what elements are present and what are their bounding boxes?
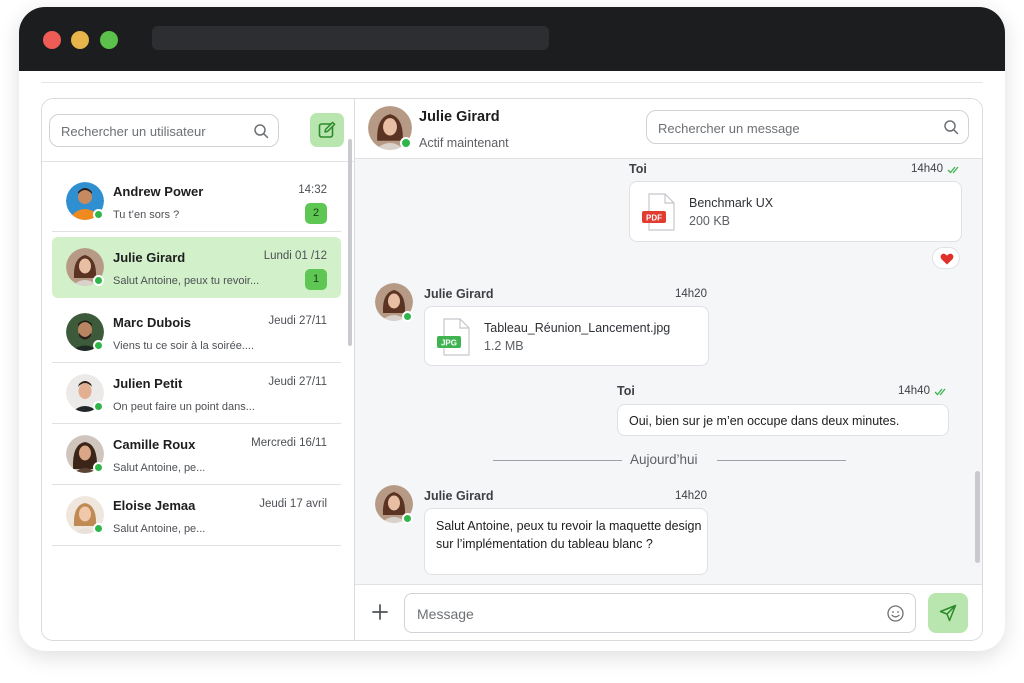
message-search-placeholder: Rechercher un message	[658, 121, 800, 136]
conversation-time: Lundi 01 /12	[263, 250, 327, 262]
conversation-name: Eloise Jemaa	[113, 498, 196, 513]
message-sender: Julie Girard	[424, 287, 494, 301]
message-bubble[interactable]: Salut Antoine, peux tu revoir la maquett…	[424, 508, 708, 575]
messaging-app: Rechercher un utilisateur Andrew Power 1…	[41, 98, 983, 641]
sidebar-scrollbar[interactable]	[348, 139, 352, 346]
message-text: Salut Antoine, peux tu revoir la maquett…	[436, 519, 702, 551]
send-button[interactable]	[928, 593, 968, 633]
conversation-time: Mercredi 16/11	[251, 437, 327, 449]
reaction-badge[interactable]	[932, 247, 960, 269]
divider-line	[41, 82, 983, 83]
contact-name: Julie Girard	[419, 109, 500, 125]
attach-plus-icon[interactable]	[371, 603, 389, 621]
svg-text:JPG: JPG	[441, 339, 457, 348]
message-bubble[interactable]: Oui, bien sur je m’en occupe dans deux m…	[617, 404, 949, 436]
conversation-preview: On peut faire un point dans...	[113, 401, 255, 413]
conversation-name: Andrew Power	[113, 184, 204, 199]
minimize-window-button[interactable]	[71, 31, 89, 49]
online-indicator	[400, 137, 412, 149]
pdf-file-icon: PDF	[642, 193, 675, 231]
online-indicator	[93, 275, 104, 286]
conversation-name: Julie Girard	[113, 250, 186, 265]
conversation-sidebar: Rechercher un utilisateur Andrew Power 1…	[42, 99, 355, 640]
file-size: 200 KB	[689, 214, 731, 228]
conversation-item-julien-petit[interactable]: Julien Petit Jeudi 27/11 On peut faire u…	[52, 363, 341, 424]
online-indicator	[402, 311, 413, 322]
unread-badge: 1	[305, 269, 327, 290]
conversation-time: Jeudi 17 avril	[259, 498, 327, 510]
file-size: 1.2 MB	[484, 339, 524, 353]
unread-badge: 2	[305, 203, 327, 224]
message-sender: Julie Girard	[424, 489, 494, 503]
conversation-time: Jeudi 27/11	[268, 376, 327, 388]
contact-status: Actif maintenant	[419, 136, 509, 150]
new-conversation-button[interactable]	[310, 113, 344, 147]
date-divider-line	[717, 460, 846, 461]
conversation-item-marc-dubois[interactable]: Marc Dubois Jeudi 27/11 Viens tu ce soir…	[52, 302, 341, 363]
read-receipt-icon	[947, 166, 959, 174]
compose-icon	[318, 121, 336, 138]
conversation-item-julie-girard[interactable]: Julie Girard Lundi 01 /12 Salut Antoine,…	[52, 237, 341, 298]
online-indicator	[93, 523, 104, 534]
heart-icon	[940, 253, 954, 265]
file-name: Tableau_Réunion_Lancement.jpg	[484, 321, 671, 335]
chat-scrollbar[interactable]	[975, 471, 980, 563]
app-window: Rechercher un utilisateur Andrew Power 1…	[19, 7, 1005, 651]
message-time: 14h40	[911, 163, 943, 175]
message-sender: Toi	[617, 384, 635, 398]
online-indicator	[93, 209, 104, 220]
send-icon	[939, 604, 957, 622]
conversation-item-eloise-jemaa[interactable]: Eloise Jemaa Jeudi 17 avril Salut Antoin…	[52, 485, 341, 546]
conversation-item-camille-roux[interactable]: Camille Roux Mercredi 16/11 Salut Antoin…	[52, 424, 341, 485]
conversation-preview: Salut Antoine, peux tu revoir...	[113, 275, 260, 287]
conversation-name: Camille Roux	[113, 437, 196, 452]
online-indicator	[93, 340, 104, 351]
maximize-window-button[interactable]	[100, 31, 118, 49]
jpg-file-icon: JPG	[437, 318, 470, 356]
date-divider-label: Aujourd’hui	[630, 452, 698, 467]
online-indicator	[402, 513, 413, 524]
conversation-preview: Salut Antoine, pe...	[113, 462, 206, 474]
search-icon[interactable]	[253, 123, 269, 139]
message-search-input[interactable]: Rechercher un message	[646, 110, 969, 144]
online-indicator	[93, 462, 104, 473]
conversation-item-andrew-power[interactable]: Andrew Power 14:32 Tu t’en sors ? 2	[52, 171, 341, 232]
title-bar	[19, 7, 1005, 71]
message-time: 14h40	[898, 385, 930, 397]
online-indicator	[93, 401, 104, 412]
file-attachment-tableau[interactable]: JPG Tableau_Réunion_Lancement.jpg 1.2 MB	[424, 306, 709, 366]
message-time: 14h20	[675, 288, 707, 300]
message-sender: Toi	[629, 162, 647, 176]
search-icon[interactable]	[943, 119, 959, 135]
conversation-name: Julien Petit	[113, 376, 183, 391]
address-bar[interactable]	[152, 26, 549, 50]
message-composer: Message	[355, 584, 982, 640]
message-input-placeholder: Message	[417, 606, 474, 622]
message-time: 14h20	[675, 490, 707, 502]
emoji-icon[interactable]	[887, 605, 904, 622]
chat-header: Julie Girard Actif maintenant Rechercher…	[355, 99, 982, 159]
close-window-button[interactable]	[43, 31, 61, 49]
conversation-preview: Tu t’en sors ?	[113, 209, 180, 221]
message-text: Oui, bien sur je m’en occupe dans deux m…	[629, 414, 900, 428]
conversation-preview: Salut Antoine, pe...	[113, 523, 206, 535]
conversation-time: 14:32	[298, 184, 327, 196]
message-input[interactable]: Message	[404, 593, 916, 633]
conversation-preview: Viens tu ce soir à la soirée....	[113, 340, 255, 352]
conversation-time: Jeudi 27/11	[268, 315, 327, 327]
svg-text:PDF: PDF	[646, 214, 662, 223]
user-search-placeholder: Rechercher un utilisateur	[61, 124, 206, 139]
user-search-input[interactable]: Rechercher un utilisateur	[49, 114, 279, 147]
file-name: Benchmark UX	[689, 196, 774, 210]
conversation-name: Marc Dubois	[113, 315, 192, 330]
date-divider-line	[493, 460, 622, 461]
chat-panel: Julie Girard Actif maintenant Rechercher…	[355, 99, 982, 640]
file-attachment-benchmark[interactable]: PDF Benchmark UX 200 KB	[629, 181, 962, 242]
read-receipt-icon	[934, 388, 946, 396]
list-divider	[42, 161, 355, 162]
